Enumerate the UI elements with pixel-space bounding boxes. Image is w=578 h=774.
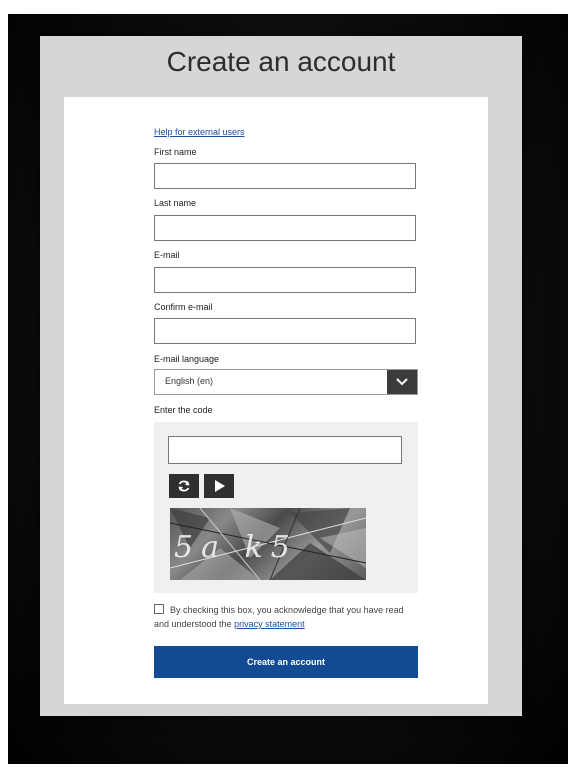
captcha-input[interactable] — [168, 436, 402, 464]
consent-checkbox[interactable] — [154, 604, 164, 614]
create-account-modal: Create an account Help for external user… — [40, 36, 522, 716]
last-name-label: Last name — [154, 198, 197, 208]
email-language-label: E-mail language — [154, 354, 220, 364]
dropdown-toggle-button[interactable] — [387, 370, 417, 394]
first-name-label: First name — [154, 147, 197, 157]
last-name-input[interactable] — [154, 215, 416, 241]
email-input[interactable] — [154, 267, 416, 293]
email-language-select[interactable]: English (en) — [154, 369, 418, 395]
modal-title: Create an account — [166, 46, 396, 77]
chevron-down-icon — [396, 378, 408, 386]
captcha-label: Enter the code — [154, 405, 213, 415]
email-language-value: English (en) — [165, 376, 214, 386]
help-external-users-link[interactable]: Help for external users — [154, 127, 245, 137]
captcha-audio-button[interactable] — [204, 474, 234, 498]
consent-row: By checking this box, you acknowledge th… — [154, 603, 420, 631]
create-account-button[interactable]: Create an account — [154, 646, 418, 678]
privacy-statement-link[interactable]: privacy statement — [234, 619, 305, 629]
captcha-panel: 5a k5 — [154, 422, 418, 593]
email-label: E-mail — [154, 250, 180, 260]
refresh-icon — [178, 480, 190, 492]
first-name-input[interactable] — [154, 163, 416, 189]
registration-form: Help for external users First name Last … — [64, 97, 488, 704]
captcha-image: 5a k5 — [170, 508, 366, 580]
play-icon — [215, 480, 225, 492]
captcha-refresh-button[interactable] — [169, 474, 199, 498]
confirm-email-input[interactable] — [154, 318, 416, 344]
confirm-email-label: Confirm e-mail — [154, 302, 213, 312]
captcha-code-text: 5a k5 — [174, 530, 298, 565]
